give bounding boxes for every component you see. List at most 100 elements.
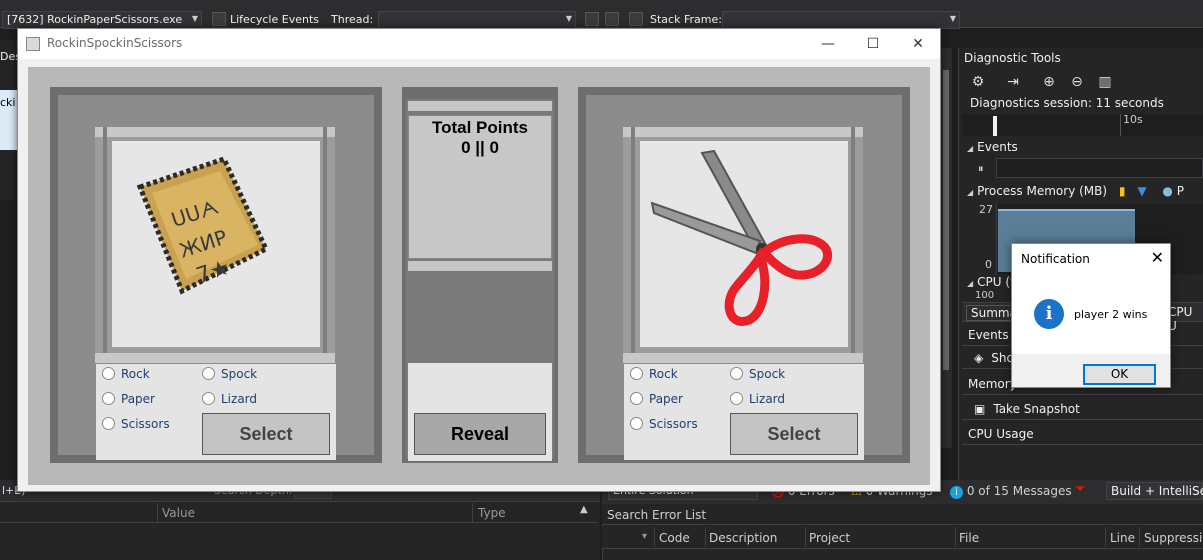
player2-choice-image — [638, 139, 850, 349]
close-icon[interactable]: ✕ — [1151, 248, 1164, 267]
player2-radio-spock[interactable]: Spock — [730, 367, 785, 381]
filter-threads-icon[interactable] — [605, 12, 619, 26]
messages-count: 0 of 15 Messages — [966, 484, 1072, 498]
cpu-usage-row: CPU Usage — [962, 423, 1203, 445]
settings-icon[interactable]: ⚙ — [969, 73, 987, 91]
notification-title: Notification — [1021, 252, 1090, 266]
center-panel: Total Points 0 || 0 Reveal — [402, 87, 558, 463]
col-type[interactable]: Type — [478, 506, 506, 520]
col-description[interactable]: Description — [709, 531, 777, 545]
timeline-tick-label: 10s — [1123, 113, 1143, 126]
zoom-out-icon[interactable]: ⊖ — [1068, 73, 1086, 91]
reveal-button[interactable]: Reveal — [414, 413, 546, 455]
events-section-label: Events — [977, 140, 1018, 154]
diagnostics-scrollbar[interactable] — [940, 48, 952, 448]
cpu-max: 100 — [975, 290, 995, 298]
maximize-button[interactable]: ☐ — [853, 33, 893, 55]
notification-message: player 2 wins — [1074, 308, 1148, 321]
notification-footer: OK — [1012, 354, 1170, 387]
close-button[interactable]: ✕ — [898, 33, 938, 55]
export-icon[interactable]: ⇥ — [1004, 73, 1022, 91]
player2-controls: Rock Paper Scissors Spock Lizard Select — [624, 364, 864, 460]
events-icon: ◈ — [974, 351, 984, 365]
lifecycle-events-label[interactable]: Lifecycle Events — [230, 13, 319, 26]
sort-icon: ▾ — [642, 531, 648, 542]
flag-icon[interactable] — [585, 12, 599, 26]
locals-header: Value Type ▲ — [0, 503, 598, 523]
radio-label: Rock — [121, 367, 150, 381]
col-code[interactable]: Code — [659, 531, 690, 545]
show-threads-icon[interactable] — [629, 12, 643, 26]
player1-controls: Rock Paper Scissors Spock Lizard Select — [96, 364, 336, 460]
col-suppression[interactable]: Suppression — [1144, 531, 1203, 545]
diagnostics-session: Diagnostics session: 11 seconds — [970, 96, 1164, 110]
radio-label: Paper — [121, 392, 155, 406]
radio-label: Lizard — [221, 392, 258, 406]
col-line[interactable]: Line — [1110, 531, 1135, 545]
process-memory-section[interactable]: ◢ Process Memory (MB) ▮ ▼ ● P — [967, 184, 1184, 198]
col-project[interactable]: Project — [809, 531, 850, 545]
col-file[interactable]: File — [959, 531, 979, 545]
chevron-down-icon: ▼ — [949, 14, 956, 23]
notification-dialog: Notification ✕ i player 2 wins OK — [1011, 243, 1171, 388]
player2-radio-scissors[interactable]: Scissors — [630, 417, 698, 431]
process-memory-label: Process Memory (MB) — [977, 184, 1108, 198]
stack-frame-label: Stack Frame: — [650, 13, 722, 26]
player1-radio-spock[interactable]: Spock — [202, 367, 257, 381]
player1-panel: ᑌᑌᗅ ЖИР 7★ Rock Paper Scissors Spock Liz… — [50, 87, 382, 463]
thread-combo[interactable]: ▼ — [378, 11, 576, 29]
radio-label: Lizard — [749, 392, 786, 406]
window-titlebar[interactable]: RockinSpockinScissors — ☐ ✕ — [18, 29, 940, 59]
timeline-ruler[interactable]: 10s — [962, 113, 1203, 136]
thread-label: Thread: — [331, 13, 374, 26]
player1-radio-lizard[interactable]: Lizard — [202, 392, 257, 406]
reset-view-icon[interactable]: ▥ — [1096, 73, 1114, 91]
diagnostic-tools-title: Diagnostic Tools — [964, 51, 1061, 65]
error-list-columns: ▾ Code Description Project File Line Sup… — [602, 527, 1203, 549]
radio-label: Spock — [221, 367, 258, 381]
take-snapshot-label: Take Snapshot — [993, 402, 1080, 416]
chevron-down-icon: ▼ — [191, 14, 198, 23]
timeline-cursor[interactable] — [993, 116, 997, 136]
minimize-button[interactable]: — — [808, 33, 848, 55]
window-title: RockinSpockinScissors — [47, 36, 183, 50]
filter-icon[interactable]: ⏷ — [1075, 482, 1095, 500]
player1-radio-scissors[interactable]: Scissors — [102, 417, 170, 431]
score-title: Total Points — [431, 118, 528, 137]
radio-label: Spock — [749, 367, 786, 381]
messages-filter[interactable]: i 0 of 15 Messages — [950, 484, 1072, 499]
paper-icon: ᑌᑌᗅ ЖИР 7★ — [136, 155, 270, 295]
radio-label: Scissors — [649, 417, 698, 431]
player1-select-button[interactable]: Select — [202, 413, 330, 455]
game-client-area: ᑌᑌᗅ ЖИР 7★ Rock Paper Scissors Spock Liz… — [28, 67, 930, 485]
player2-radio-lizard[interactable]: Lizard — [730, 392, 785, 406]
mem-max: 27 — [979, 203, 993, 216]
player1-radio-paper[interactable]: Paper — [102, 392, 155, 406]
player2-radio-rock[interactable]: Rock — [630, 367, 678, 381]
ok-button[interactable]: OK — [1083, 364, 1156, 385]
player2-radio-paper[interactable]: Paper — [630, 392, 683, 406]
info-icon: i — [950, 486, 963, 499]
lifecycle-icon[interactable] — [212, 12, 226, 26]
player2-select-button[interactable]: Select — [730, 413, 858, 455]
radio-label: Rock — [649, 367, 678, 381]
scissors-icon — [650, 149, 833, 326]
zoom-in-icon[interactable]: ⊕ — [1040, 73, 1058, 91]
radio-label: Paper — [649, 392, 683, 406]
pause-icon[interactable]: ⏸ — [978, 162, 984, 176]
col-value[interactable]: Value — [162, 506, 195, 520]
events-section[interactable]: ◢ Events — [967, 140, 1018, 154]
build-filter-value: Build + IntelliSense — [1111, 484, 1203, 498]
error-search-input[interactable]: Search Error List — [602, 505, 1203, 525]
chevron-down-icon: ▼ — [565, 14, 572, 23]
app-icon — [26, 37, 40, 51]
build-filter-combo[interactable]: Build + IntelliSense — [1106, 482, 1203, 500]
score-box: Total Points 0 || 0 — [408, 115, 552, 259]
radio-label: Scissors — [121, 417, 170, 431]
stack-frame-combo[interactable]: ▼ — [722, 11, 960, 29]
player1-radio-rock[interactable]: Rock — [102, 367, 150, 381]
process-combo[interactable]: [7632] RockinPaperScissors.exe ▼ — [2, 11, 202, 29]
take-snapshot-row[interactable]: ▣ Take Snapshot — [962, 398, 1203, 420]
scroll-up-icon[interactable]: ▲ — [580, 504, 588, 515]
camera-icon: ▣ — [974, 402, 986, 416]
